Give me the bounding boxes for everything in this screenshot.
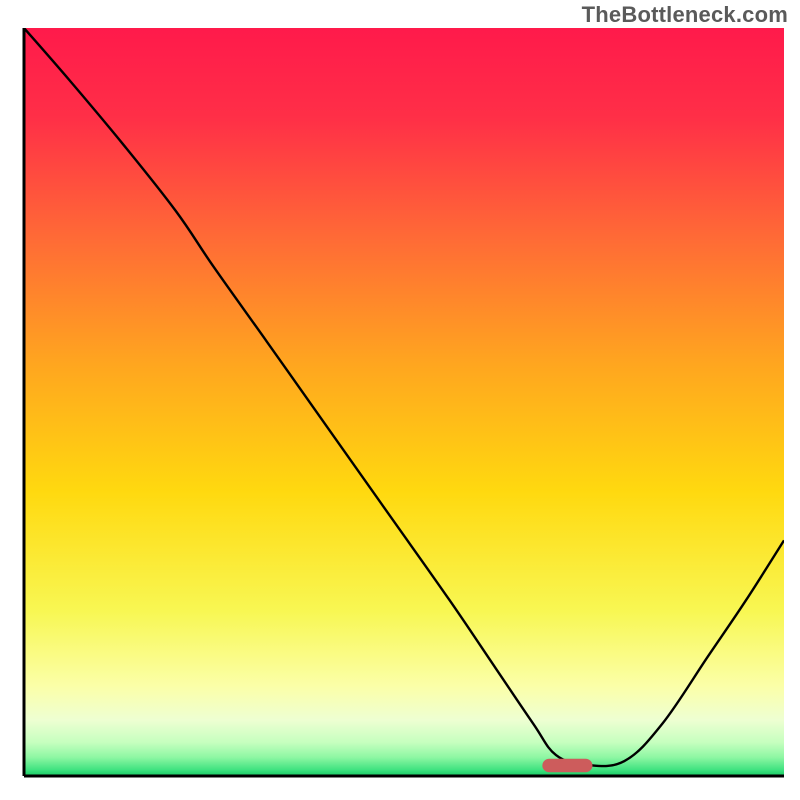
gradient-background (24, 28, 784, 776)
optimum-marker (542, 759, 592, 772)
plot-area (24, 28, 784, 776)
bottleneck-chart (0, 0, 800, 800)
